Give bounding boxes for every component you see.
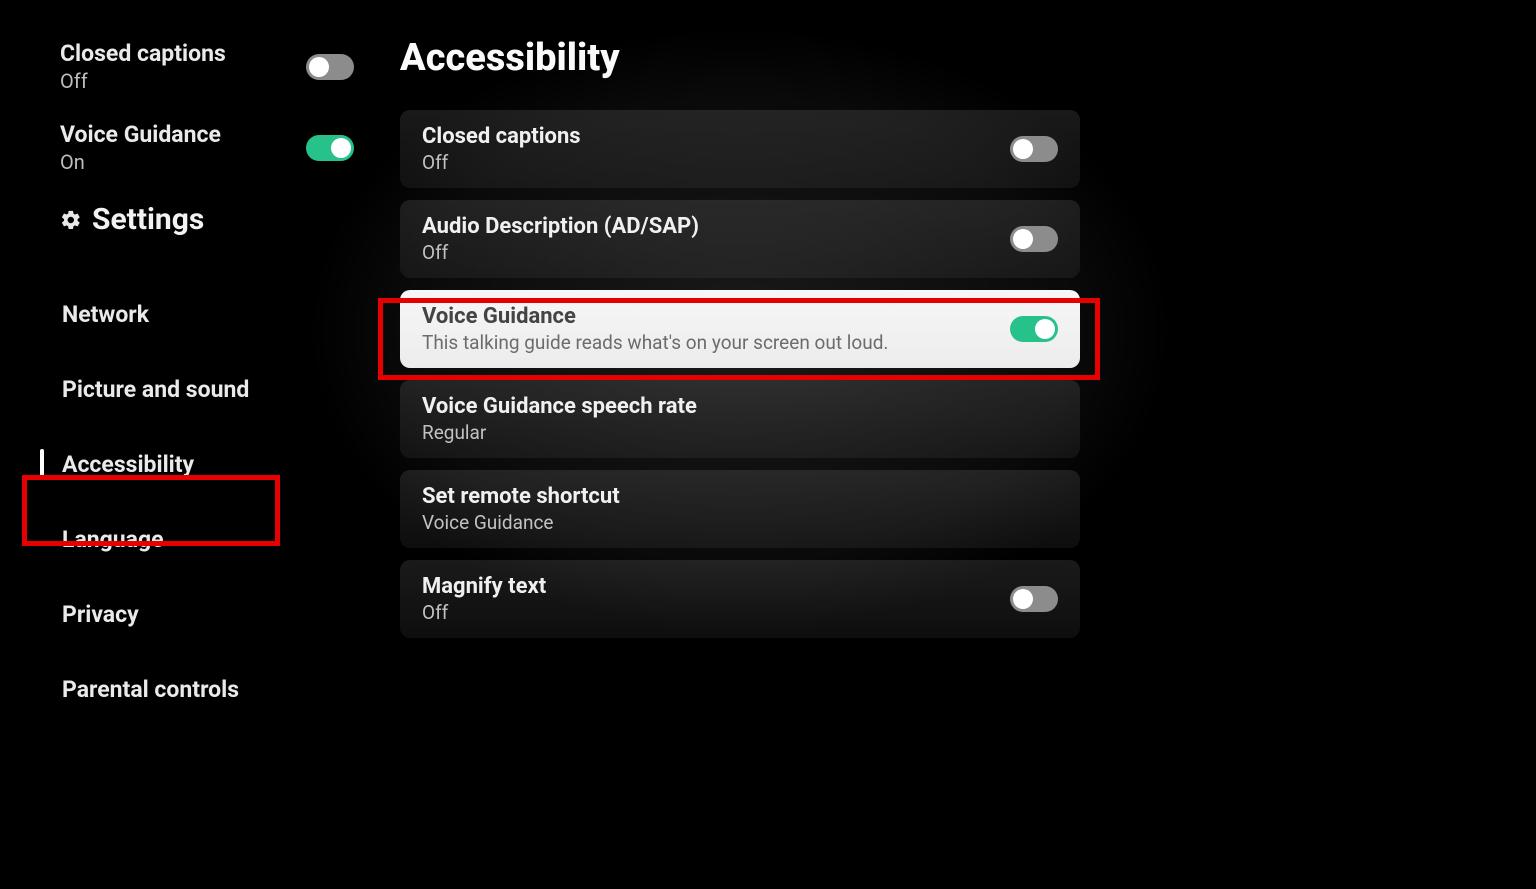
sidebar-item-label: Picture and sound [62, 376, 249, 403]
toggle-knob [1013, 229, 1033, 249]
sidebar-quick-labels: Voice Guidance On [60, 121, 221, 174]
magnify-text-row-toggle[interactable] [1010, 586, 1058, 612]
toggle-knob [1035, 319, 1055, 339]
row-description: This talking guide reads what's on your … [422, 331, 888, 354]
sidebar-item-label: Accessibility [62, 451, 194, 478]
voice-guidance-row-toggle[interactable] [1010, 316, 1058, 342]
sidebar-quick-value: On [60, 150, 221, 174]
row-voice-guidance[interactable]: Voice Guidance This talking guide reads … [400, 290, 1080, 368]
sidebar-quick-title: Closed captions [60, 40, 226, 67]
sidebar-item-privacy[interactable]: Privacy [60, 577, 360, 652]
sidebar-quick-title: Voice Guidance [60, 121, 221, 148]
sidebar-nav: Network Picture and sound Accessibility … [60, 277, 360, 727]
row-title: Magnify text [422, 574, 546, 599]
sidebar-item-accessibility[interactable]: Accessibility [60, 427, 360, 502]
settings-sidebar: Closed captions Off Voice Guidance On Se… [60, 40, 360, 727]
row-labels: Voice Guidance This talking guide reads … [422, 304, 888, 354]
sidebar-item-label: Parental controls [62, 676, 239, 703]
row-title: Closed captions [422, 124, 581, 149]
row-value: Off [422, 241, 699, 264]
row-labels: Closed captions Off [422, 124, 581, 174]
sidebar-item-label: Language [62, 526, 164, 553]
sidebar-item-label: Network [62, 301, 149, 328]
row-labels: Audio Description (AD/SAP) Off [422, 214, 699, 264]
row-title: Voice Guidance [422, 304, 888, 329]
row-value: Voice Guidance [422, 511, 620, 534]
sidebar-item-network[interactable]: Network [60, 277, 360, 352]
row-labels: Voice Guidance speech rate Regular [422, 394, 697, 444]
sidebar-quick-value: Off [60, 69, 226, 93]
row-set-remote-shortcut[interactable]: Set remote shortcut Voice Guidance [400, 470, 1080, 548]
settings-main: Accessibility Closed captions Off Audio … [400, 36, 1080, 650]
audio-description-row-toggle[interactable] [1010, 226, 1058, 252]
row-voice-guidance-speech-rate[interactable]: Voice Guidance speech rate Regular [400, 380, 1080, 458]
sidebar-quick-voice-guidance[interactable]: Voice Guidance On [60, 121, 360, 174]
settings-screen: Closed captions Off Voice Guidance On Se… [0, 0, 1536, 889]
sidebar-quick-labels: Closed captions Off [60, 40, 226, 93]
row-magnify-text[interactable]: Magnify text Off [400, 560, 1080, 638]
row-value: Off [422, 151, 581, 174]
toggle-knob [1013, 589, 1033, 609]
sidebar-item-picture-and-sound[interactable]: Picture and sound [60, 352, 360, 427]
sidebar-item-language[interactable]: Language [60, 502, 360, 577]
row-title: Voice Guidance speech rate [422, 394, 697, 419]
row-labels: Set remote shortcut Voice Guidance [422, 484, 620, 534]
toggle-knob [331, 138, 351, 158]
page-title: Accessibility [400, 36, 1080, 80]
row-title: Audio Description (AD/SAP) [422, 214, 699, 239]
voice-guidance-toggle[interactable] [306, 135, 354, 161]
closed-captions-row-toggle[interactable] [1010, 136, 1058, 162]
gear-icon [60, 209, 82, 231]
row-audio-description[interactable]: Audio Description (AD/SAP) Off [400, 200, 1080, 278]
sidebar-item-parental-controls[interactable]: Parental controls [60, 652, 360, 727]
sidebar-settings-header: Settings [60, 202, 360, 237]
row-title: Set remote shortcut [422, 484, 620, 509]
sidebar-quick-closed-captions[interactable]: Closed captions Off [60, 40, 360, 93]
toggle-knob [309, 57, 329, 77]
row-closed-captions[interactable]: Closed captions Off [400, 110, 1080, 188]
sidebar-item-label: Privacy [62, 601, 139, 628]
sidebar-settings-label: Settings [92, 202, 204, 237]
row-value: Off [422, 601, 546, 624]
row-labels: Magnify text Off [422, 574, 546, 624]
row-value: Regular [422, 421, 697, 444]
closed-captions-toggle[interactable] [306, 54, 354, 80]
toggle-knob [1013, 139, 1033, 159]
